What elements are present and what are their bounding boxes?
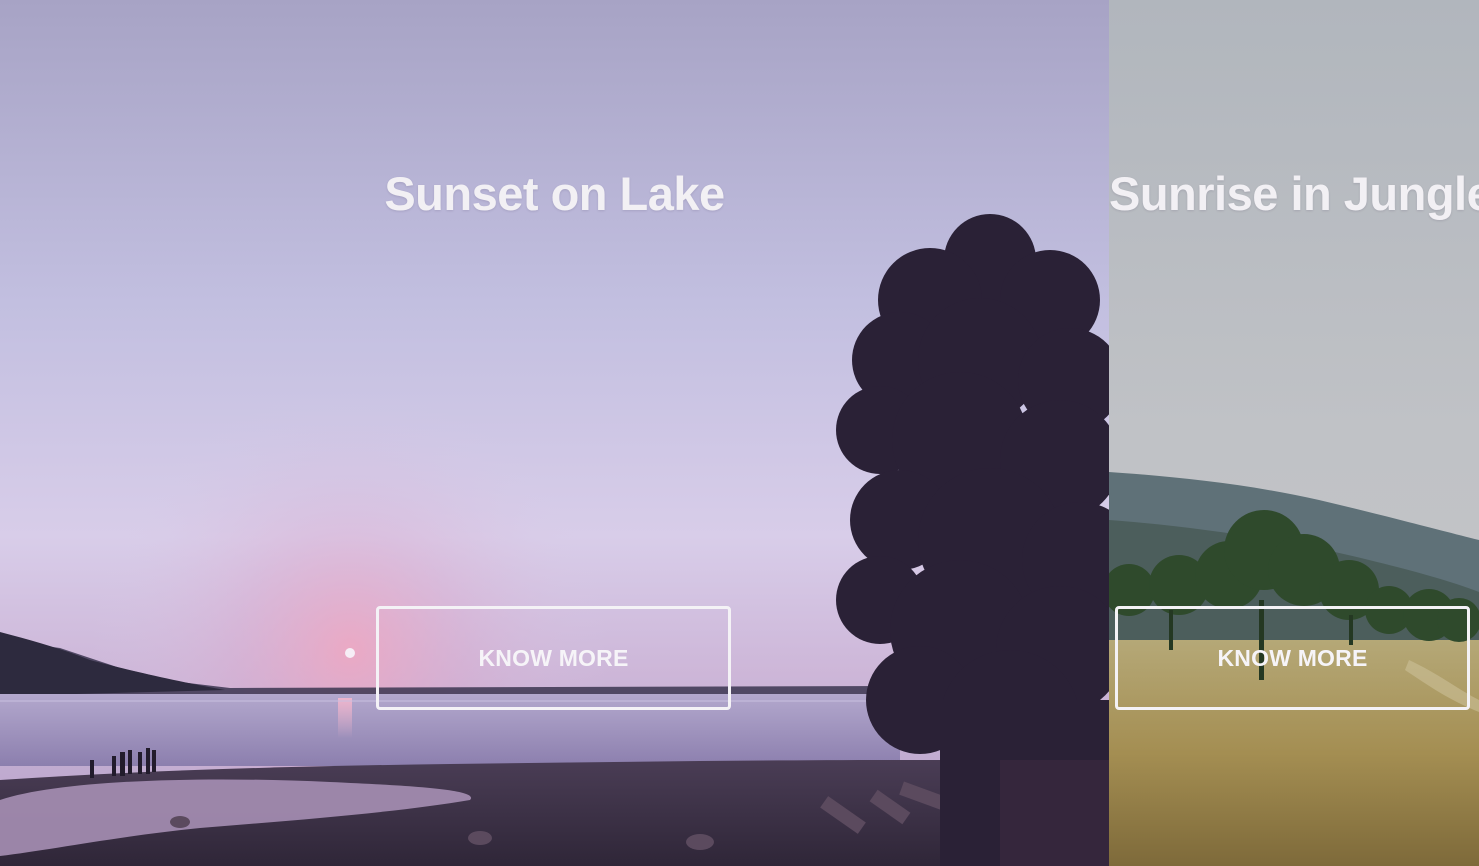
know-more-button[interactable]: KNOW MORE (376, 606, 731, 710)
sunrise-jungle-image (1109, 0, 1479, 866)
slide-sunrise-in-jungle: Sunrise in Jungle KNOW MORE (1109, 0, 1479, 866)
slide-title: Sunrise in Jungle (1109, 167, 1479, 220)
slide-carousel[interactable]: Sunset on Lake KNOW MORE Sunrise in Jung… (0, 0, 1479, 866)
slide-sunset-on-lake: Sunset on Lake KNOW MORE (0, 0, 1109, 866)
sunset-lake-image (0, 0, 1109, 866)
know-more-button[interactable]: KNOW MORE (1115, 606, 1470, 710)
slide-title: Sunset on Lake (384, 167, 725, 220)
